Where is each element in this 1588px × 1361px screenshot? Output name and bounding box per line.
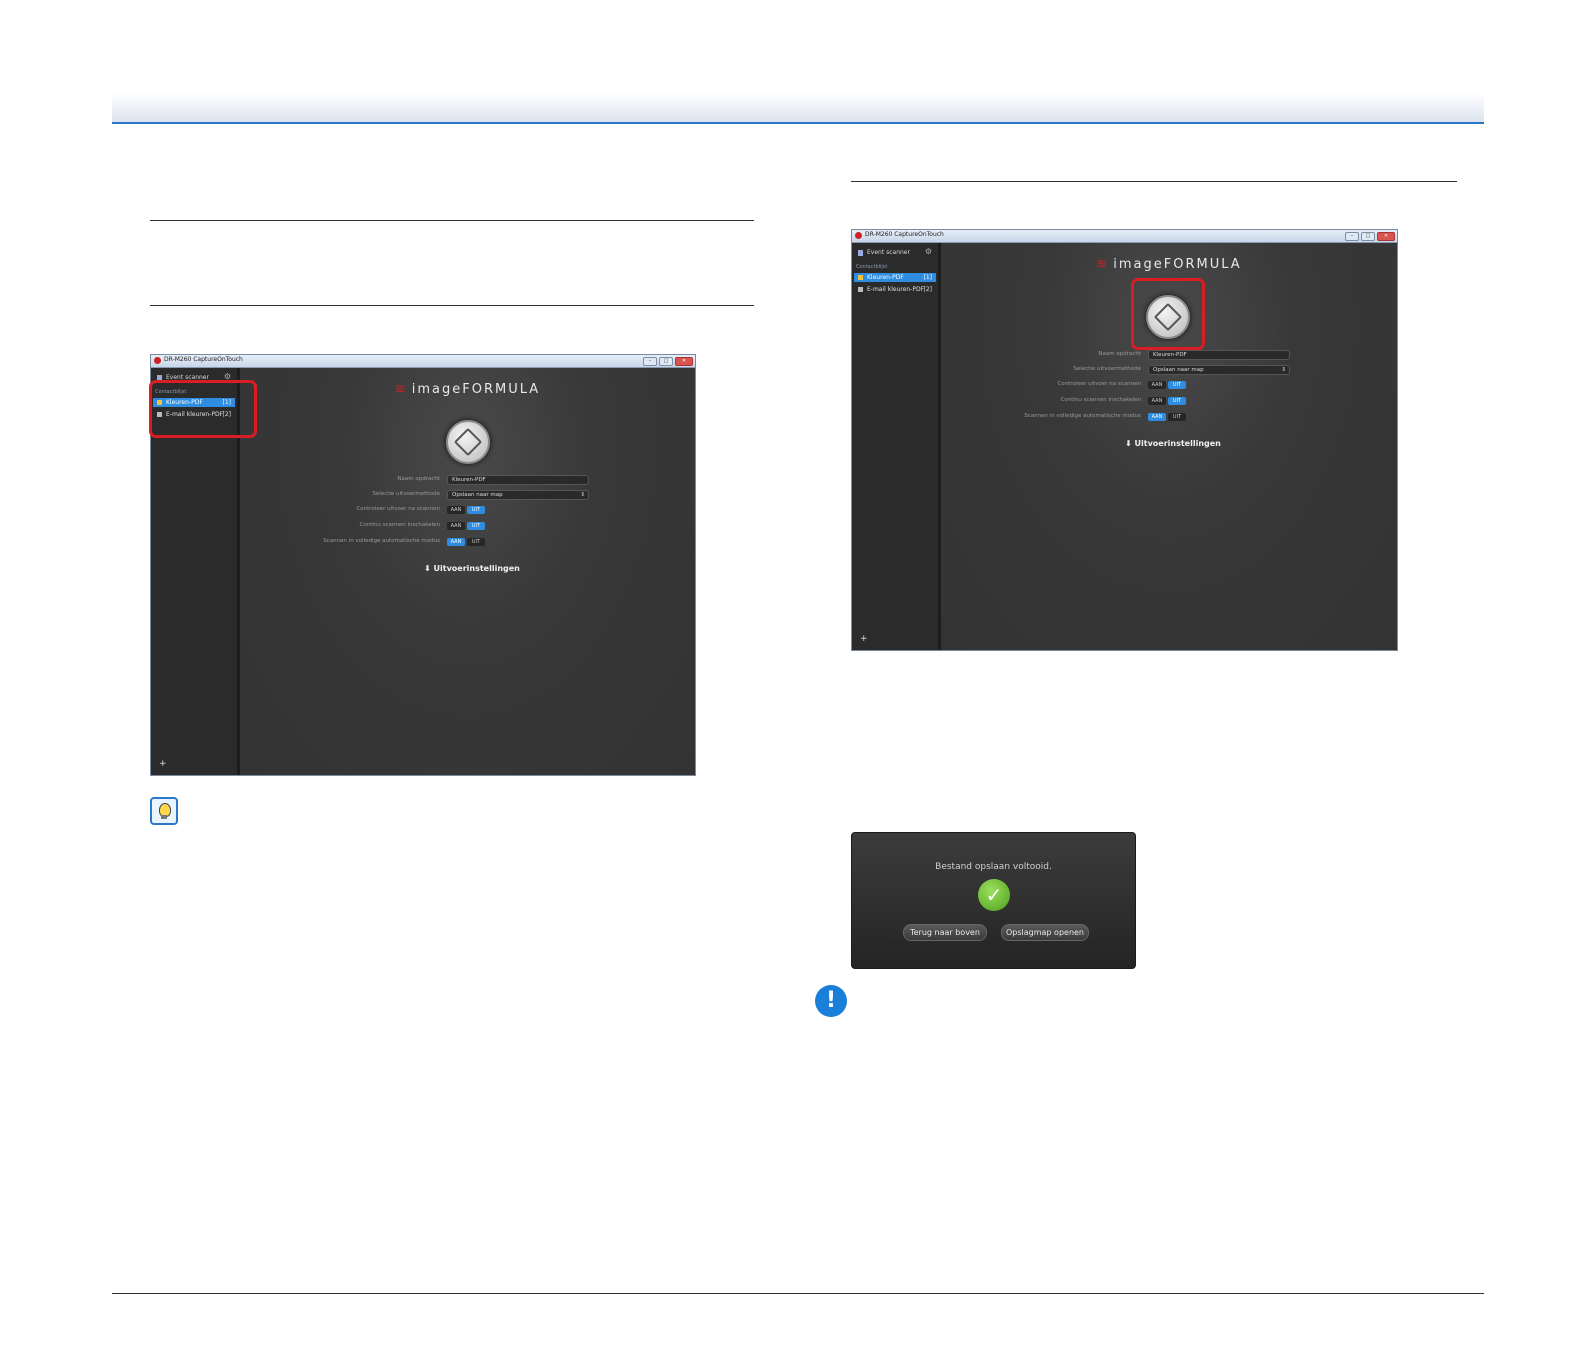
job-item-label: Kleuren-PDF [867,274,904,281]
page-header-band [112,92,1484,124]
job-item-color-pdf[interactable]: Kleuren-PDF [1] [854,273,936,282]
job-item-count: [1] [923,274,933,281]
start-scan-button[interactable] [446,420,490,464]
continuous-scan-off[interactable]: UIT [467,522,485,530]
imageformula-logo: ≋ imageFORMULA [941,257,1397,272]
output-method-value: Opslaan naar map [1153,367,1204,373]
app-window-right: DR-M260 CaptureOnTouch – □ ✕ Event scann… [851,229,1398,651]
check-output-label: Controleer uitvoer na scannen [1057,381,1141,387]
window-titlebar: DR-M260 CaptureOnTouch – □ ✕ [151,355,695,368]
section-rule [851,181,1457,182]
continuous-scan-on[interactable]: AAN [447,522,465,530]
check-output-label: Controleer uitvoer na scannen [356,506,440,512]
arrow-down-icon: ⬇ [424,564,434,573]
minimize-button[interactable]: – [643,357,657,366]
continuous-scan-off[interactable]: UIT [1168,397,1186,405]
output-settings-link[interactable]: ⬇ Uitvoerinstellingen [1125,439,1221,448]
app-logo-icon [154,357,161,364]
save-complete-dialog: Bestand opslaan voltooid. ✓ Terug naar b… [851,832,1136,969]
close-button[interactable]: ✕ [1377,232,1395,241]
section-rule [150,305,754,306]
output-method-label: Selectie uitvoermethode [372,491,440,497]
job-main-panel: ≋ imageFORMULA Naam opdracht Kleuren-PDF … [240,368,695,775]
page-footer-rule [112,1293,1484,1294]
auto-mode-off[interactable]: UIT [1168,413,1186,421]
output-method-select[interactable]: Opslaan naar map ⇕ [447,490,589,500]
continuous-scan-label: Continu scannen inschakelen [1060,397,1141,403]
check-output-on[interactable]: AAN [447,506,465,514]
scan-start-icon [453,427,483,457]
logo-text: imageFORMULA [411,382,541,397]
window-titlebar: DR-M260 CaptureOnTouch – □ ✕ [852,230,1397,243]
chevron-updown-icon: ⇕ [1281,367,1286,373]
imageformula-logo: ≋ imageFORMULA [240,382,695,397]
continuous-scan-on[interactable]: AAN [1148,397,1166,405]
check-output-off[interactable]: UIT [1168,381,1186,389]
job-item-email-pdf[interactable]: E-mail kleuren-PDF [2] [854,285,936,294]
check-output-off[interactable]: UIT [467,506,485,514]
auto-mode-on[interactable]: AAN [1148,413,1166,421]
auto-mode-off[interactable]: UIT [467,538,485,546]
bulb-base [161,815,167,819]
scanner-icon [858,249,863,256]
check-output-on[interactable]: AAN [1148,381,1166,389]
mail-icon [858,287,863,292]
output-settings-label: Uitvoerinstellingen [1134,439,1221,448]
exclamation-important-icon: ! [815,985,847,1017]
check-glyph: ✓ [985,883,1003,907]
brand-mark-icon: ≋ [394,382,406,397]
job-name-label: Naam opdracht [397,476,440,482]
gear-icon[interactable]: ⚙ [925,247,932,256]
scanner-selector[interactable]: Event scanner [858,249,910,256]
window-title: DR-M260 CaptureOnTouch [865,231,944,238]
job-name-input[interactable]: Kleuren-PDF [1148,350,1290,360]
open-save-folder-button[interactable]: Opslagmap openen [1001,924,1089,941]
brand-mark-icon: ≋ [1096,257,1108,272]
maximize-button[interactable]: □ [659,357,673,366]
output-settings-label: Uitvoerinstellingen [433,564,520,573]
output-method-select[interactable]: Opslaan naar map ⇕ [1148,365,1290,375]
auto-mode-label: Scannen in volledige automatische modus [323,538,440,544]
job-name-input[interactable]: Kleuren-PDF [447,475,589,485]
job-item-label: E-mail kleuren-PDF [867,286,925,293]
auto-mode-label: Scannen in volledige automatische modus [1024,413,1141,419]
chevron-updown-icon: ⇕ [580,492,585,498]
window-title: DR-M260 CaptureOnTouch [164,356,243,363]
back-to-top-button[interactable]: Terug naar boven [903,924,987,941]
arrow-down-icon: ⬇ [1125,439,1135,448]
dialog-message: Bestand opslaan voltooid. [935,862,1052,872]
close-button[interactable]: ✕ [675,357,693,366]
job-group-label: Contactblijst [856,264,888,270]
continuous-scan-label: Continu scannen inschakelen [359,522,440,528]
minimize-button[interactable]: – [1345,232,1359,241]
highlight-scan-button [1131,278,1205,350]
output-settings-link[interactable]: ⬇ Uitvoerinstellingen [424,564,520,573]
auto-mode-on[interactable]: AAN [447,538,465,546]
app-logo-icon [855,232,862,239]
logo-text: imageFORMULA [1113,257,1242,272]
job-item-count: [2] [923,286,933,293]
maximize-button[interactable]: □ [1361,232,1375,241]
folder-icon [858,275,863,280]
add-job-button[interactable]: + [860,634,868,644]
job-sidebar: Event scanner ⚙ Contactblijst Kleuren-PD… [852,243,941,650]
output-method-label: Selectie uitvoermethode [1073,366,1141,372]
highlight-job-list [149,380,257,438]
scanner-label: Event scanner [867,249,910,256]
checkmark-success-icon: ✓ [978,879,1010,911]
output-method-value: Opslaan naar map [452,492,503,498]
job-name-label: Naam opdracht [1098,351,1141,357]
section-rule [150,220,754,221]
lightbulb-hint-icon [150,797,178,825]
add-job-button[interactable]: + [159,759,167,769]
